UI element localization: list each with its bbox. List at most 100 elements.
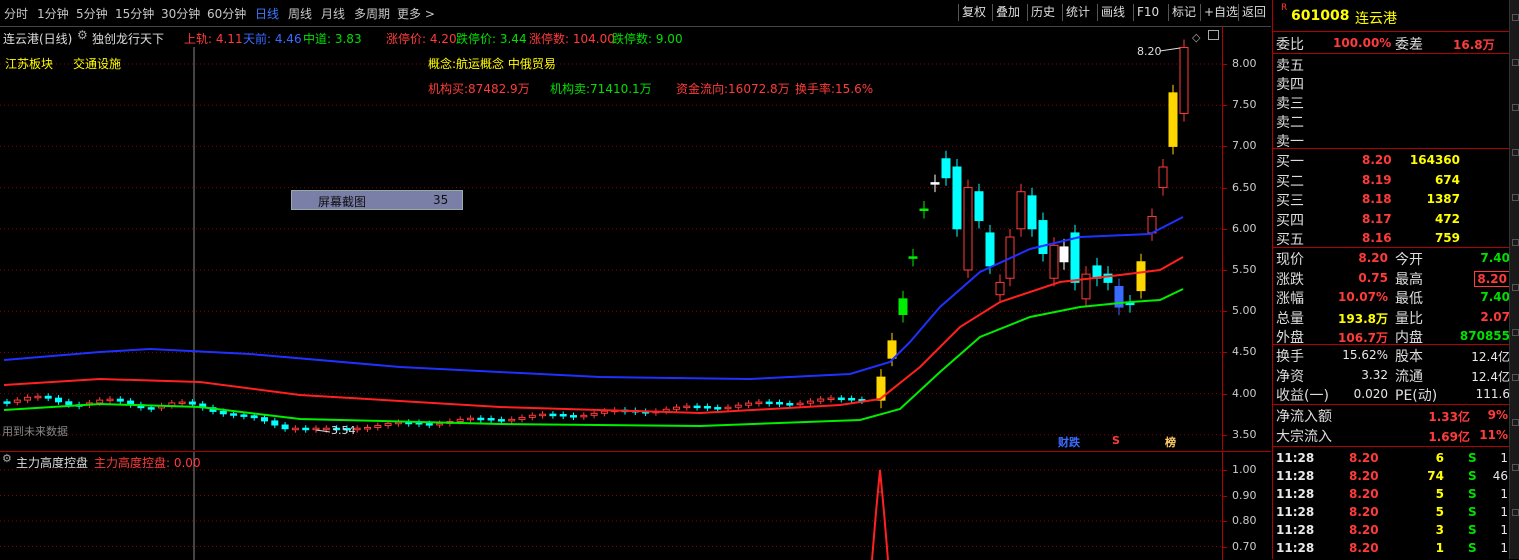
price-axis-tick [1223, 187, 1227, 189]
event-label-3[interactable]: 榜 [1165, 434, 1176, 450]
candle-body [974, 191, 984, 222]
sector-2[interactable]: 交通设施 [73, 55, 121, 72]
period-toolbar: 分时 1分钟 5分钟 15分钟 30分钟 60分钟 日线 周线 月线 多周期 更多 > 复权 叠加 历史… [0, 0, 1271, 27]
candle-body [898, 298, 908, 315]
stat-label-2: 今开 [1395, 252, 1423, 268]
sell-level-3[interactable]: 卖二 [1276, 112, 1304, 132]
period-tab-2[interactable]: 5分钟 [76, 5, 108, 22]
period-tab-5[interactable]: 60分钟 [207, 5, 246, 22]
toolbar-button-1[interactable]: 叠加 [992, 4, 1023, 21]
event-label-2[interactable]: S [1112, 434, 1120, 447]
sell-level-1[interactable]: 卖四 [1276, 74, 1304, 94]
price-axis-tick [1223, 228, 1227, 230]
flow-value: 1.69亿 [1428, 429, 1470, 444]
buy-level-4[interactable]: 买五 8.16 759 [1273, 229, 1510, 248]
sub-indicator-name[interactable]: 主力高度控盘 [16, 454, 88, 471]
indicator-name[interactable]: 独创龙行天下 [92, 30, 164, 47]
price-axis-label-8: 4.00 [1232, 386, 1257, 400]
period-tab-10[interactable]: 更多 > [397, 5, 435, 22]
candle-body [518, 416, 526, 420]
stat-label-2: 量比 [1395, 310, 1423, 327]
buy-level-0[interactable]: 买一 8.20 164360 [1273, 151, 1510, 170]
concept-label: 概念:航运概念 中俄贸易 [428, 57, 556, 71]
fund-value: 15.62% [1342, 348, 1388, 362]
stat-value: 193.8万 [1338, 311, 1388, 326]
candle-body [796, 402, 804, 406]
candle-body [1049, 244, 1059, 279]
toolbar-button-3[interactable]: 统计 [1062, 4, 1093, 21]
sub-settings-icon[interactable]: ⚙ [2, 452, 12, 465]
toolbar-button-5[interactable]: F10 [1133, 4, 1162, 21]
toolbar-button-7[interactable]: +自选 [1200, 4, 1241, 21]
toolbar-button-4[interactable]: 画线 [1097, 4, 1128, 21]
indicator-value-4: 跌停价: 3.44 [456, 32, 527, 46]
toolbar-button-0[interactable]: 复权 [958, 4, 989, 21]
toolbar-button-2[interactable]: 历史 [1027, 4, 1058, 21]
fund-value: 0.020 [1353, 387, 1388, 401]
stat-value-2: 7.40 [1480, 251, 1510, 265]
period-tab-3[interactable]: 15分钟 [115, 5, 154, 22]
tick-volume: 3 [1435, 523, 1444, 537]
candle-body [291, 427, 299, 431]
candle-body [837, 397, 845, 401]
sub-axis-tick [1223, 470, 1227, 471]
buy-volume: 674 [1434, 172, 1460, 187]
indicator-value-6: 跌停数: 9.00 [612, 32, 683, 46]
tick-side: S [1468, 523, 1477, 537]
price-axis-tick [1223, 105, 1227, 107]
diamond-icon[interactable]: ◇ [1192, 31, 1200, 44]
candle-body [1179, 47, 1189, 114]
price-axis-label-0: 8.00 [1232, 57, 1257, 70]
sell-level-2[interactable]: 卖三 [1276, 93, 1304, 113]
sell-level-0[interactable]: 卖五 [1276, 55, 1304, 75]
sub-indicator-panel[interactable]: ⚙ 主力高度控盘 主力高度控盘: 0.00 1.00 0.90 0.80 0.70 [0, 451, 1271, 560]
indicator-value-2: 中道: 3.83 [303, 32, 362, 46]
buy-volume: 164360 [1409, 153, 1460, 167]
settings-icon[interactable]: ⚙ [77, 28, 88, 42]
kline-chart[interactable]: 连云港(日线) ⚙ 独创龙行天下 上轨: 4.11 天前: 4.46 中道: 3.8… [0, 27, 1222, 450]
candle-body [673, 406, 680, 410]
price-axis-tick [1223, 434, 1227, 436]
weibi-label: 委比 [1276, 37, 1304, 53]
event-label-1[interactable]: 财跌 [1058, 434, 1080, 450]
buy-level-2[interactable]: 买三 8.18 1387 [1273, 190, 1510, 209]
indicator-value-1: 天前: 4.46 [243, 32, 302, 46]
candle-body [477, 417, 485, 421]
candle-body [34, 395, 42, 399]
candle-body [312, 427, 320, 431]
candle-body [250, 415, 258, 419]
side-scrollbar[interactable] [1509, 0, 1519, 559]
upper-band-line [3, 256, 1184, 415]
period-tab-6[interactable]: 日线 [255, 5, 279, 22]
candle-body [219, 410, 227, 415]
buy-level-3[interactable]: 买四 8.17 472 [1273, 210, 1510, 229]
scrollbar-marker [1512, 464, 1519, 471]
period-tab-8[interactable]: 月线 [321, 5, 345, 22]
chart-title: 连云港(日线) [3, 32, 73, 46]
toolbar-button-8[interactable]: 返回 [1238, 4, 1269, 21]
tick-volume: 74 [1427, 469, 1444, 483]
period-tab-4[interactable]: 30分钟 [161, 5, 200, 22]
buy-level-1[interactable]: 买二 8.19 674 [1273, 171, 1510, 190]
period-tab-9[interactable]: 多周期 [354, 5, 390, 22]
screenshot-box[interactable]: 屏幕截图 35 [291, 190, 463, 210]
tick-count: 1 [1500, 505, 1508, 519]
candle-body [13, 399, 21, 403]
period-tab-1[interactable]: 1分钟 [37, 5, 69, 22]
candle-body [887, 340, 897, 359]
period-tab-0[interactable]: 分时 [4, 5, 28, 22]
tick-time: 11:28 [1276, 451, 1315, 465]
candle-body [549, 413, 557, 417]
candle-body [230, 413, 238, 416]
candle-body [985, 232, 995, 267]
sector-1[interactable]: 江苏板块 [5, 55, 53, 72]
toolbar-button-6[interactable]: 标记 [1168, 4, 1199, 21]
candle-body [930, 182, 940, 185]
period-tab-7[interactable]: 周线 [288, 5, 312, 22]
candle-body [580, 414, 588, 418]
sub-axis-tick [1223, 546, 1227, 548]
candle-body [384, 422, 392, 427]
buy-volume: 472 [1434, 211, 1460, 226]
tick-price: 8.20 [1349, 469, 1379, 483]
maximize-icon[interactable] [1208, 30, 1219, 40]
